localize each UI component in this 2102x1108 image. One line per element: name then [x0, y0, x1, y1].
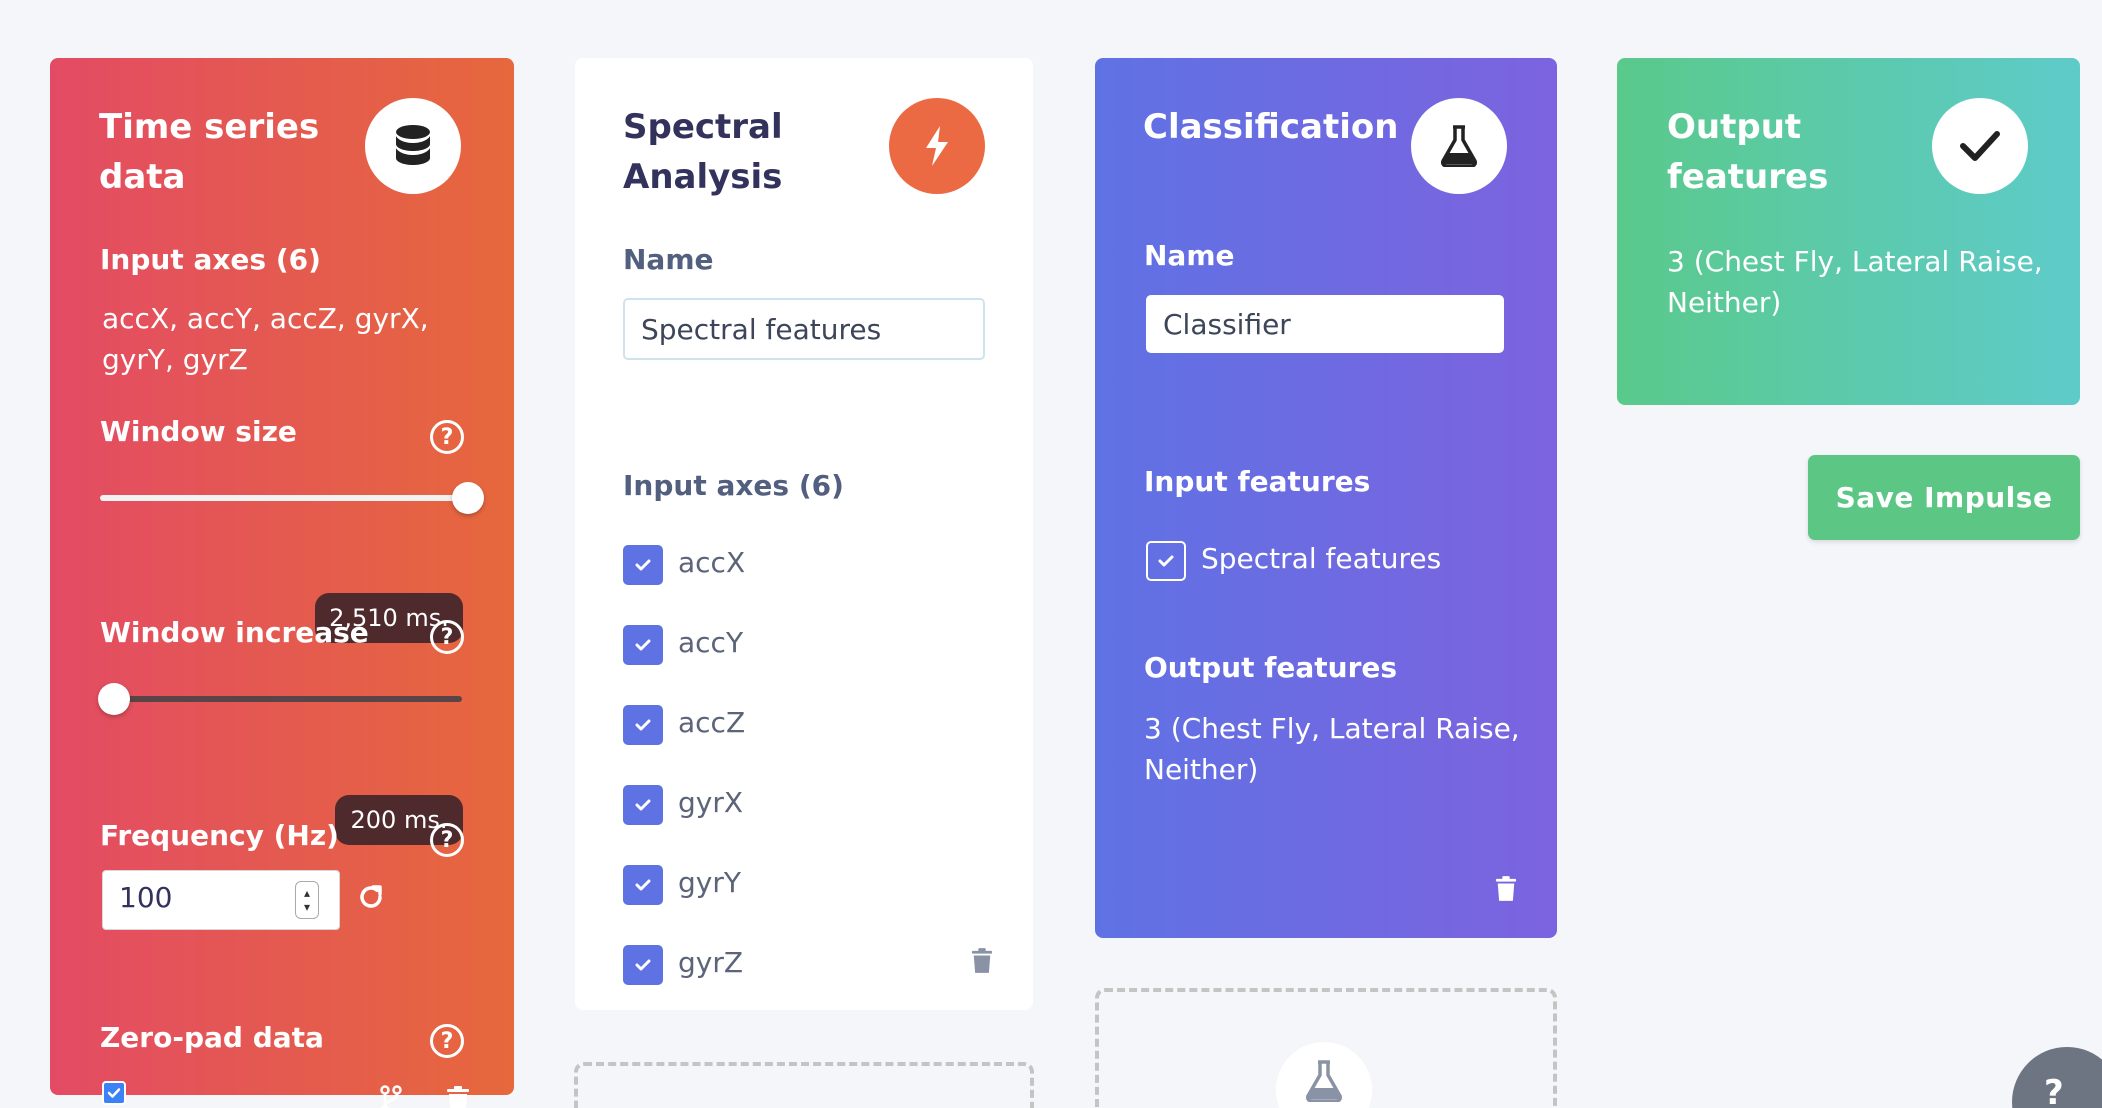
- axis-checkbox-accX[interactable]: [623, 545, 663, 585]
- zero-pad-label: Zero-pad data: [100, 1021, 324, 1054]
- zero-pad-checkbox[interactable]: [102, 1081, 126, 1105]
- window-increase-label: Window increase: [100, 616, 369, 649]
- window-increase-slider-handle[interactable]: [98, 683, 130, 715]
- time-series-title: Time series data: [99, 107, 320, 197]
- input-axes-label: Input axes (6): [100, 243, 321, 276]
- spectral-analysis-card: Spectral Analysis Name Spectral features…: [575, 58, 1033, 1010]
- axis-checkbox-gyrX[interactable]: [623, 785, 663, 825]
- classification-name-label: Name: [1144, 239, 1235, 272]
- input-axes-value: accX, accY, accZ, gyrX, gyrY, gyrZ: [102, 302, 429, 376]
- help-button[interactable]: ?: [2012, 1047, 2102, 1108]
- axis-checkbox-gyrZ[interactable]: [623, 945, 663, 985]
- input-feature-checkbox[interactable]: [1146, 541, 1186, 581]
- axis-label-accX: accX: [678, 546, 746, 579]
- classification-output-features-value: 3 (Chest Fly, Lateral Raise, Neither): [1144, 712, 1520, 786]
- lightning-icon: [889, 98, 985, 194]
- input-features-label: Input features: [1144, 465, 1371, 498]
- zero-pad-help-icon[interactable]: ?: [430, 1024, 464, 1058]
- window-size-slider-handle[interactable]: [452, 482, 484, 514]
- classification-card: Classification Name Classifier Input fea…: [1095, 58, 1557, 938]
- axis-label-accZ: accZ: [678, 706, 746, 739]
- frequency-label: Frequency (Hz): [100, 819, 339, 852]
- flask-icon: [1411, 98, 1507, 194]
- output-title: Output features: [1667, 107, 1829, 197]
- axis-label-gyrZ: gyrZ: [678, 946, 744, 979]
- time-series-card: Time series data Input axes (6) accX, ac…: [50, 58, 514, 1108]
- flask-icon: [1276, 1042, 1372, 1108]
- classification-output-features-label: Output features: [1144, 651, 1398, 684]
- add-learning-block-placeholder[interactable]: [1095, 988, 1557, 1108]
- window-size-help-icon[interactable]: ?: [430, 420, 464, 454]
- add-processing-block-placeholder[interactable]: [574, 1062, 1034, 1108]
- window-size-slider[interactable]: [100, 495, 462, 501]
- frequency-input-value: 100: [119, 881, 173, 914]
- spectral-name-input[interactable]: Spectral features: [623, 298, 985, 360]
- save-impulse-button[interactable]: Save Impulse: [1808, 455, 2080, 540]
- frequency-help-icon[interactable]: ?: [430, 823, 464, 857]
- spectral-title: Spectral Analysis: [623, 107, 783, 197]
- axis-checkbox-accZ[interactable]: [623, 705, 663, 745]
- check-icon: [1932, 98, 2028, 194]
- help-icon: ?: [2044, 1073, 2064, 1108]
- delete-block-icon[interactable]: [1495, 876, 1517, 906]
- window-size-label: Window size: [100, 415, 297, 448]
- frequency-input[interactable]: 100 ▴ ▾: [102, 870, 340, 930]
- axis-label-gyrX: gyrX: [678, 786, 744, 819]
- output-features-card: Output features 3 (Chest Fly, Lateral Ra…: [1617, 58, 2080, 405]
- axis-checkbox-gyrY[interactable]: [623, 865, 663, 905]
- delete-block-icon[interactable]: [446, 1086, 470, 1108]
- input-feature-label: Spectral features: [1201, 542, 1442, 575]
- spectral-input-axes-label: Input axes (6): [623, 469, 844, 502]
- classification-title: Classification: [1143, 107, 1399, 147]
- axis-checkbox-accY[interactable]: [623, 625, 663, 665]
- output-features-value: 3 (Chest Fly, Lateral Raise, Neither): [1667, 245, 2043, 319]
- spectral-name-label: Name: [623, 243, 714, 276]
- frequency-stepper[interactable]: ▴ ▾: [295, 881, 319, 919]
- delete-block-icon[interactable]: [971, 948, 993, 978]
- axis-label-gyrY: gyrY: [678, 866, 741, 899]
- database-icon: [365, 98, 461, 194]
- branch-icon[interactable]: [380, 1085, 402, 1108]
- window-increase-help-icon[interactable]: ?: [430, 620, 464, 654]
- axis-label-accY: accY: [678, 626, 744, 659]
- reset-frequency-icon[interactable]: [356, 882, 386, 916]
- classification-name-input[interactable]: Classifier: [1146, 295, 1504, 353]
- window-increase-slider[interactable]: [100, 696, 462, 702]
